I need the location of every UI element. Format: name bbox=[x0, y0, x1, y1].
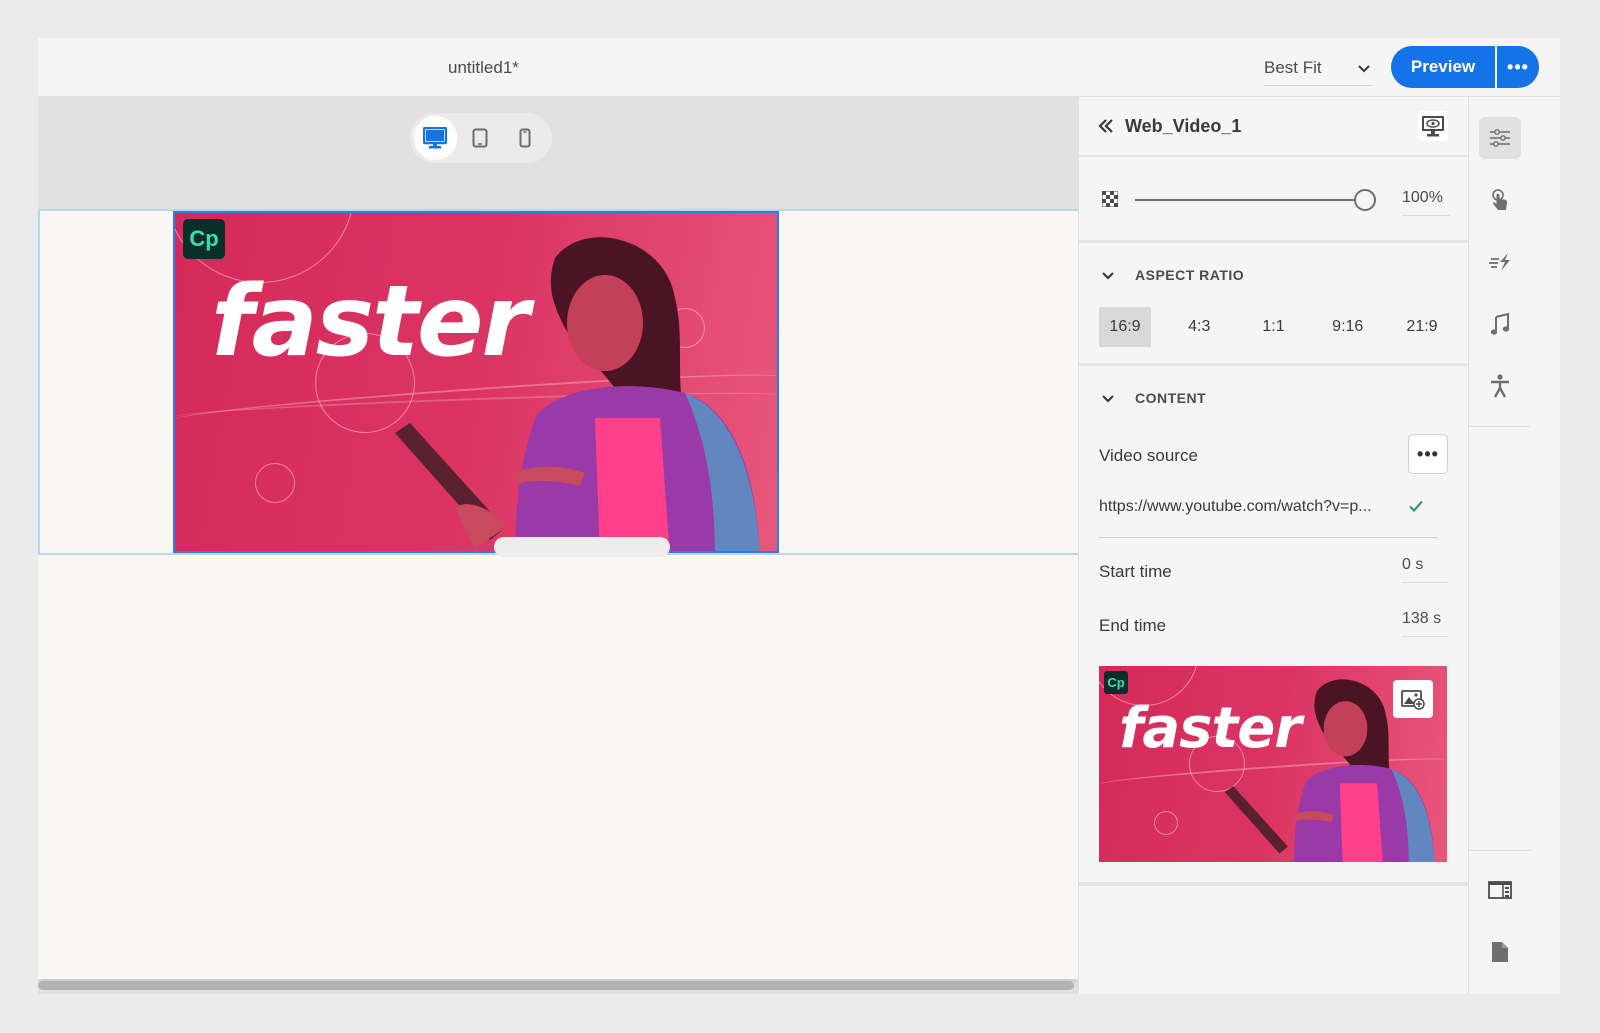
mobile-icon bbox=[519, 128, 531, 148]
opacity-slider-thumb[interactable] bbox=[1354, 189, 1376, 211]
video-source-label: Video source bbox=[1099, 446, 1198, 465]
person-illustration bbox=[395, 237, 760, 551]
cp-logo-badge: Cp bbox=[1104, 671, 1128, 694]
touch-icon bbox=[1492, 189, 1507, 210]
opacity-control: 100% bbox=[1079, 157, 1468, 243]
rail-interactions-button[interactable] bbox=[1479, 179, 1521, 221]
checkerboard-icon bbox=[1102, 191, 1118, 207]
rail-top-group bbox=[1469, 97, 1530, 427]
rail-animations-button[interactable] bbox=[1479, 241, 1521, 283]
video-thumbnail: Cp faster bbox=[1099, 666, 1447, 862]
end-time-input[interactable]: 138 s bbox=[1402, 610, 1448, 637]
content-heading: CONTENT bbox=[1135, 390, 1207, 406]
panel-icon-rail bbox=[1468, 97, 1531, 994]
rail-accessibility-button[interactable] bbox=[1479, 365, 1521, 407]
aspect-ratio-option[interactable]: 16:9 bbox=[1099, 307, 1151, 347]
chevron-down-icon bbox=[1102, 395, 1114, 403]
cp-logo-badge: Cp bbox=[183, 219, 225, 259]
aspect-ratio-options: 16:9 4:3 1:1 9:16 21:9 bbox=[1079, 307, 1468, 363]
aspect-ratio-option[interactable]: 1:1 bbox=[1248, 307, 1300, 347]
panel-layout-icon bbox=[1488, 881, 1512, 899]
document-title: untitled1* bbox=[448, 58, 519, 77]
element-preview-button[interactable] bbox=[1418, 111, 1448, 141]
end-time-label: End time bbox=[1099, 616, 1167, 635]
video-url-value[interactable]: https://www.youtube.com/watch?v=p... bbox=[1099, 498, 1389, 516]
web-video-element[interactable]: Cp faster bbox=[173, 211, 779, 553]
preview-button[interactable]: Preview bbox=[1391, 46, 1495, 88]
tablet-icon bbox=[472, 128, 488, 148]
chevron-down-icon bbox=[1358, 64, 1370, 72]
slide-stage[interactable]: Cp faster bbox=[38, 209, 1082, 979]
device-toggle bbox=[410, 113, 552, 163]
add-image-icon bbox=[1401, 690, 1425, 710]
zoom-fit-value: Best Fit bbox=[1264, 57, 1322, 77]
device-tablet-button[interactable] bbox=[459, 116, 502, 160]
canvas-area: Cp faster bbox=[38, 97, 1096, 994]
aspect-ratio-heading: ASPECT RATIO bbox=[1135, 267, 1245, 283]
zoom-fit-select[interactable]: Best Fit bbox=[1264, 50, 1372, 86]
video-resize-handle[interactable] bbox=[494, 537, 670, 557]
decor-ring bbox=[255, 463, 295, 503]
video-source-row: Video source ••• bbox=[1079, 430, 1468, 484]
sliders-icon bbox=[1490, 129, 1510, 147]
device-desktop-button[interactable] bbox=[414, 116, 457, 160]
chevron-down-icon bbox=[1102, 272, 1114, 280]
document-icon bbox=[1492, 942, 1508, 962]
start-time-input[interactable]: 0 s bbox=[1402, 556, 1448, 583]
aspect-ratio-option[interactable]: 4:3 bbox=[1173, 307, 1225, 347]
aspect-ratio-option[interactable]: 9:16 bbox=[1322, 307, 1374, 347]
content-section: CONTENT Video source ••• https://www.you… bbox=[1079, 366, 1468, 886]
panel-title: Web_Video_1 bbox=[1125, 115, 1242, 136]
video-source-more-button[interactable]: ••• bbox=[1408, 434, 1448, 474]
preview-button-group: Preview ••• bbox=[1391, 46, 1539, 88]
rail-properties-button[interactable] bbox=[1479, 117, 1521, 159]
end-time-row: End time 138 s bbox=[1079, 596, 1468, 650]
more-options-button[interactable]: ••• bbox=[1497, 46, 1539, 88]
monitor-eye-icon bbox=[1422, 116, 1444, 137]
opacity-slider[interactable] bbox=[1135, 189, 1376, 211]
music-note-icon bbox=[1490, 313, 1510, 335]
aspect-ratio-section: ASPECT RATIO 16:9 4:3 1:1 9:16 21:9 bbox=[1079, 243, 1468, 366]
motion-icon bbox=[1489, 253, 1510, 271]
aspect-ratio-header[interactable]: ASPECT RATIO bbox=[1079, 243, 1468, 307]
rail-slide-panel-button[interactable] bbox=[1479, 869, 1521, 911]
decor-ring bbox=[1154, 811, 1178, 835]
checkmark-icon bbox=[1409, 500, 1423, 513]
replace-thumbnail-button[interactable] bbox=[1393, 680, 1433, 718]
rail-bottom-group bbox=[1469, 850, 1531, 993]
properties-panel: Web_Video_1 100% ASPECT RATIO 16:9 4:3 1… bbox=[1078, 97, 1468, 994]
device-mobile-button[interactable] bbox=[503, 116, 546, 160]
rail-audio-button[interactable] bbox=[1479, 303, 1521, 345]
content-header[interactable]: CONTENT bbox=[1079, 366, 1468, 430]
double-chevron-left-icon[interactable] bbox=[1097, 117, 1115, 135]
start-time-label: Start time bbox=[1099, 562, 1172, 581]
aspect-ratio-option[interactable]: 21:9 bbox=[1396, 307, 1448, 347]
video-poster: Cp faster bbox=[175, 213, 777, 551]
desktop-icon bbox=[423, 127, 448, 149]
accessibility-icon bbox=[1491, 374, 1509, 398]
app-window: untitled1* Best Fit Preview ••• Cp faste… bbox=[38, 38, 1560, 994]
video-url-field[interactable]: https://www.youtube.com/watch?v=p... bbox=[1099, 484, 1438, 538]
opacity-value[interactable]: 100% bbox=[1402, 189, 1450, 216]
horizontal-scrollbar[interactable] bbox=[38, 981, 1074, 990]
top-bar: untitled1* Best Fit Preview ••• bbox=[38, 38, 1560, 97]
rail-document-button[interactable] bbox=[1479, 931, 1521, 973]
start-time-row: Start time 0 s bbox=[1079, 542, 1468, 596]
panel-header: Web_Video_1 bbox=[1079, 97, 1468, 157]
